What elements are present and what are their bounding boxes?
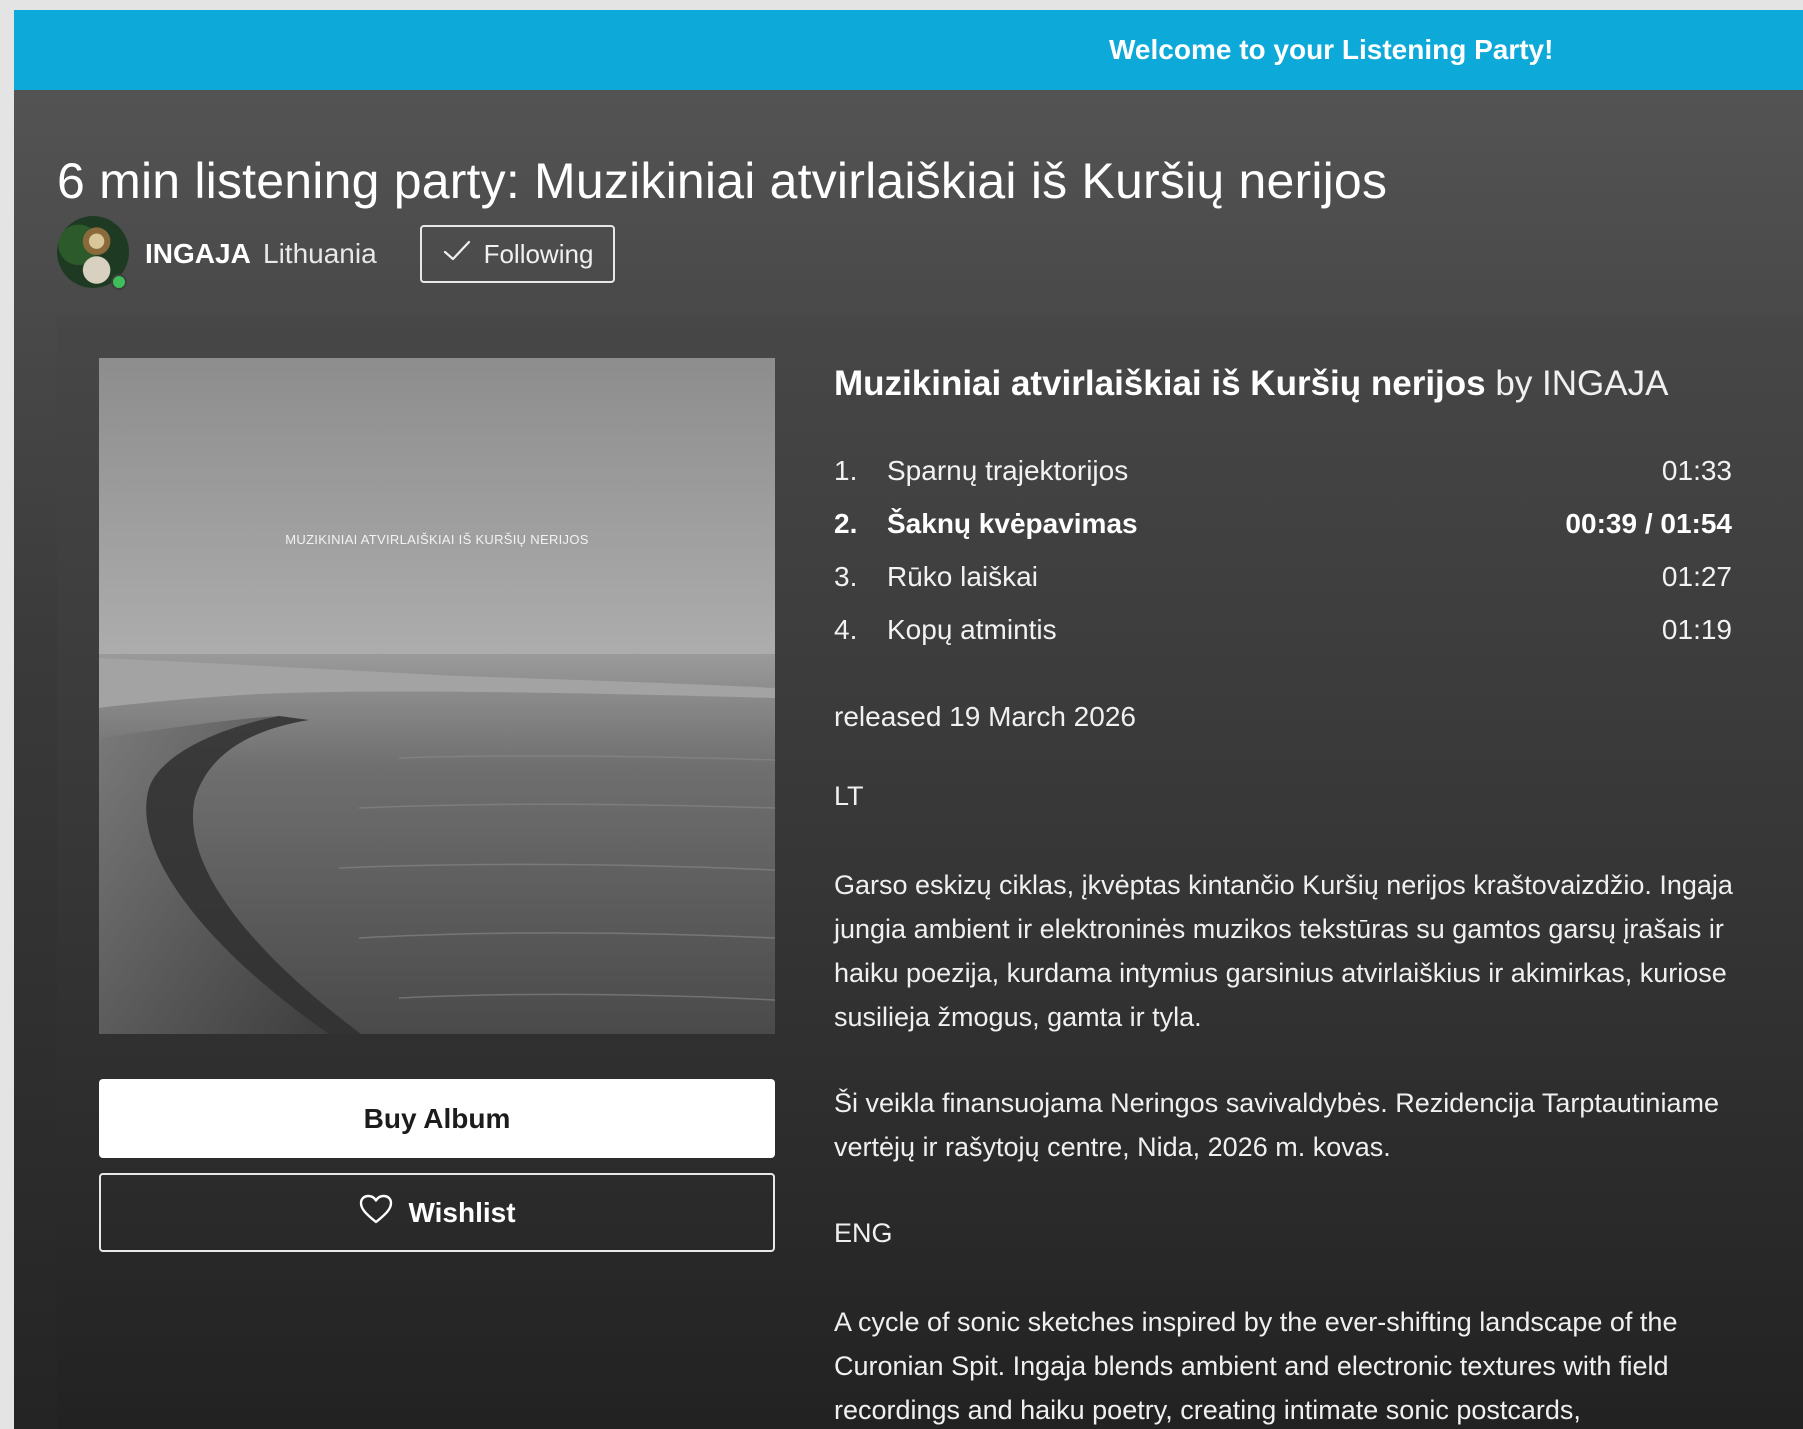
description-en-label: ENG: [834, 1218, 893, 1248]
cover-caption: MUZIKINIAI ATVIRLAIŠKIAI IŠ KURŠIŲ NERIJ…: [285, 532, 589, 547]
track-title: Rūko laiškai: [887, 560, 1038, 592]
buy-album-button[interactable]: Buy Album: [99, 1079, 775, 1158]
release-date: released 19 March 2026: [834, 701, 1136, 732]
track-number: 3.: [834, 560, 858, 592]
track-title: Šaknų kvėpavimas: [887, 507, 1138, 539]
track-number: 4.: [834, 613, 858, 645]
track-time: 01:27: [1661, 560, 1732, 592]
track-title: Kopų atmintis: [887, 613, 1057, 645]
track-number: 2.: [834, 507, 858, 539]
following-label: Following: [483, 238, 594, 269]
album-heading: Muzikiniai atvirlaiškiai iš Kuršių nerij…: [834, 364, 1668, 404]
track-row[interactable]: 4. Kopų atmintis 01:19: [834, 603, 1732, 656]
artist-location: Lithuania: [263, 238, 377, 269]
album-cover[interactable]: MUZIKINIAI ATVIRLAIŠKIAI IŠ KURŠIŲ NERIJ…: [99, 358, 775, 1034]
track-number: 1.: [834, 454, 858, 486]
wishlist-button[interactable]: Wishlist: [99, 1173, 775, 1252]
track-list: 1. Sparnų trajektorijos 01:33 2. Šaknų kvėpa…: [834, 444, 1732, 656]
track-title: Sparnų trajektorijos: [887, 454, 1129, 486]
description-en-paragraph: A cycle of sonic sketches inspired by th…: [834, 1307, 1678, 1425]
welcome-banner: Welcome to your Listening Party!: [14, 10, 1803, 90]
artist-name[interactable]: INGAJA: [145, 238, 251, 270]
description-lt-funding: Ši veikla finansuojama Neringos savivald…: [834, 1088, 1719, 1162]
banner-text: Welcome to your Listening Party!: [1109, 34, 1554, 65]
track-row[interactable]: 3. Rūko laiškai 01:27: [834, 550, 1732, 603]
album-by-artist[interactable]: by INGAJA: [1495, 364, 1668, 403]
checkmark-icon: [442, 239, 472, 270]
wishlist-label: Wishlist: [408, 1196, 516, 1228]
track-time: 01:33: [1661, 454, 1732, 486]
online-status-dot: [111, 274, 127, 290]
buy-album-label: Buy Album: [363, 1102, 511, 1134]
artist-avatar[interactable]: [57, 216, 129, 290]
following-button[interactable]: Following: [420, 225, 615, 283]
heart-icon: [358, 1193, 394, 1232]
description-lt-label: LT: [834, 781, 864, 811]
listening-party-page: Welcome to your Listening Party! 6 min l…: [14, 10, 1803, 1429]
page-title: 6 min listening party: Muzikiniai atvirl…: [57, 153, 1388, 209]
album-name[interactable]: Muzikiniai atvirlaiškiai iš Kuršių nerij…: [834, 364, 1486, 403]
track-time: 00:39 / 01:54: [1565, 507, 1732, 539]
track-row[interactable]: 1. Sparnų trajektorijos 01:33: [834, 444, 1732, 497]
track-row[interactable]: 2. Šaknų kvėpavimas 00:39 / 01:54: [834, 497, 1732, 550]
description-lt-paragraph: Garso eskizų ciklas, įkvėptas kintančio …: [834, 870, 1733, 1032]
album-card: MUZIKINIAI ATVIRLAIŠKIAI IŠ KURŠIŲ NERIJ…: [57, 316, 1803, 1429]
track-time: 01:19: [1661, 613, 1732, 645]
